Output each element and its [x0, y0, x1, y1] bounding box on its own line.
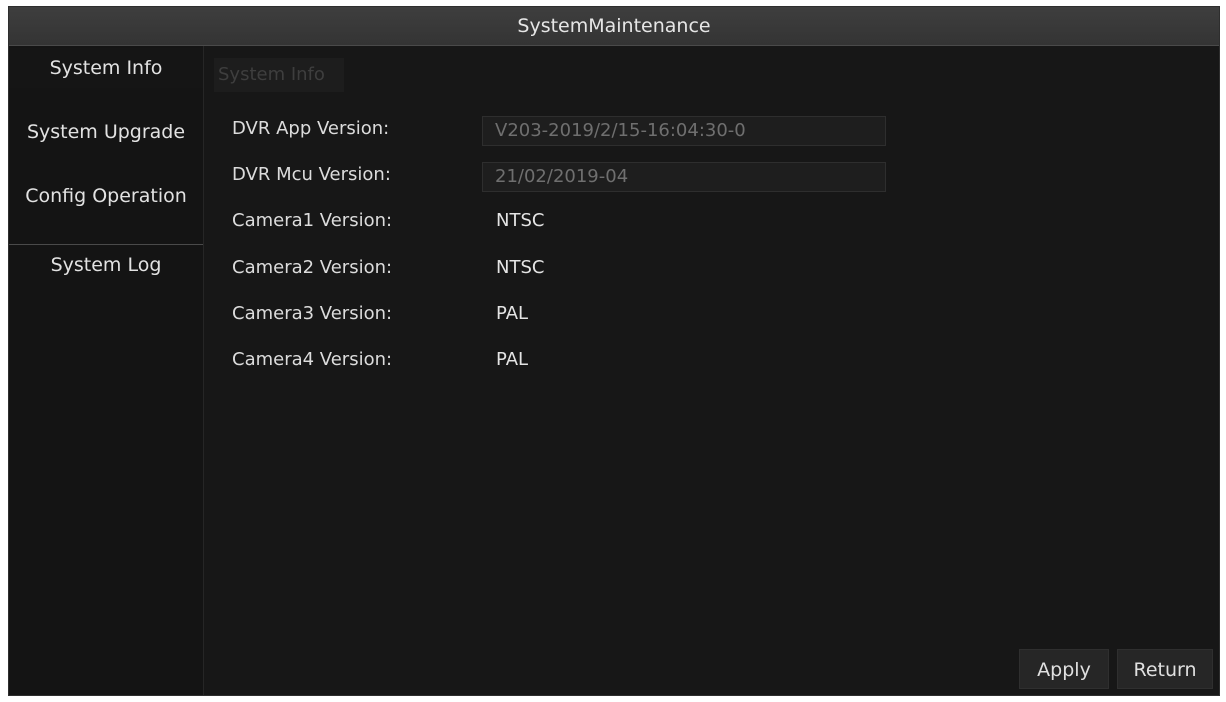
camera2-version-value: NTSC [496, 257, 545, 278]
window-title: SystemMaintenance [9, 7, 1219, 46]
camera2-version-label: Camera2 Version: [232, 257, 393, 278]
sidebar-item-config-operation[interactable]: Config Operation [9, 176, 203, 216]
dvr-app-version-field: V203-2019/2/15-16:04:30-0 [482, 116, 886, 146]
sidebar: System Info System Upgrade Config Operat… [9, 46, 204, 695]
dvr-app-version-label: DVR App Version: [232, 118, 390, 139]
camera3-version-value: PAL [496, 303, 529, 324]
camera4-version-label: Camera4 Version: [232, 349, 393, 370]
camera4-version-value: PAL [496, 349, 529, 370]
sidebar-item-system-info[interactable]: System Info [9, 48, 203, 88]
sidebar-item-system-upgrade[interactable]: System Upgrade [9, 112, 203, 152]
system-maintenance-window: SystemMaintenance System Info System Upg… [8, 6, 1220, 696]
camera1-version-label: Camera1 Version: [232, 210, 393, 231]
system-info-panel: System Info DVR App Version: V203-2019/2… [204, 46, 1219, 695]
camera3-version-label: Camera3 Version: [232, 303, 393, 324]
panel-header: System Info [214, 58, 344, 92]
dvr-mcu-version-field: 21/02/2019-04 [482, 162, 886, 192]
sidebar-item-system-log[interactable]: System Log [9, 244, 203, 285]
apply-button[interactable]: Apply [1019, 649, 1109, 689]
dvr-mcu-version-label: DVR Mcu Version: [232, 164, 391, 185]
camera1-version-value: NTSC [496, 210, 545, 231]
return-button[interactable]: Return [1117, 649, 1213, 689]
